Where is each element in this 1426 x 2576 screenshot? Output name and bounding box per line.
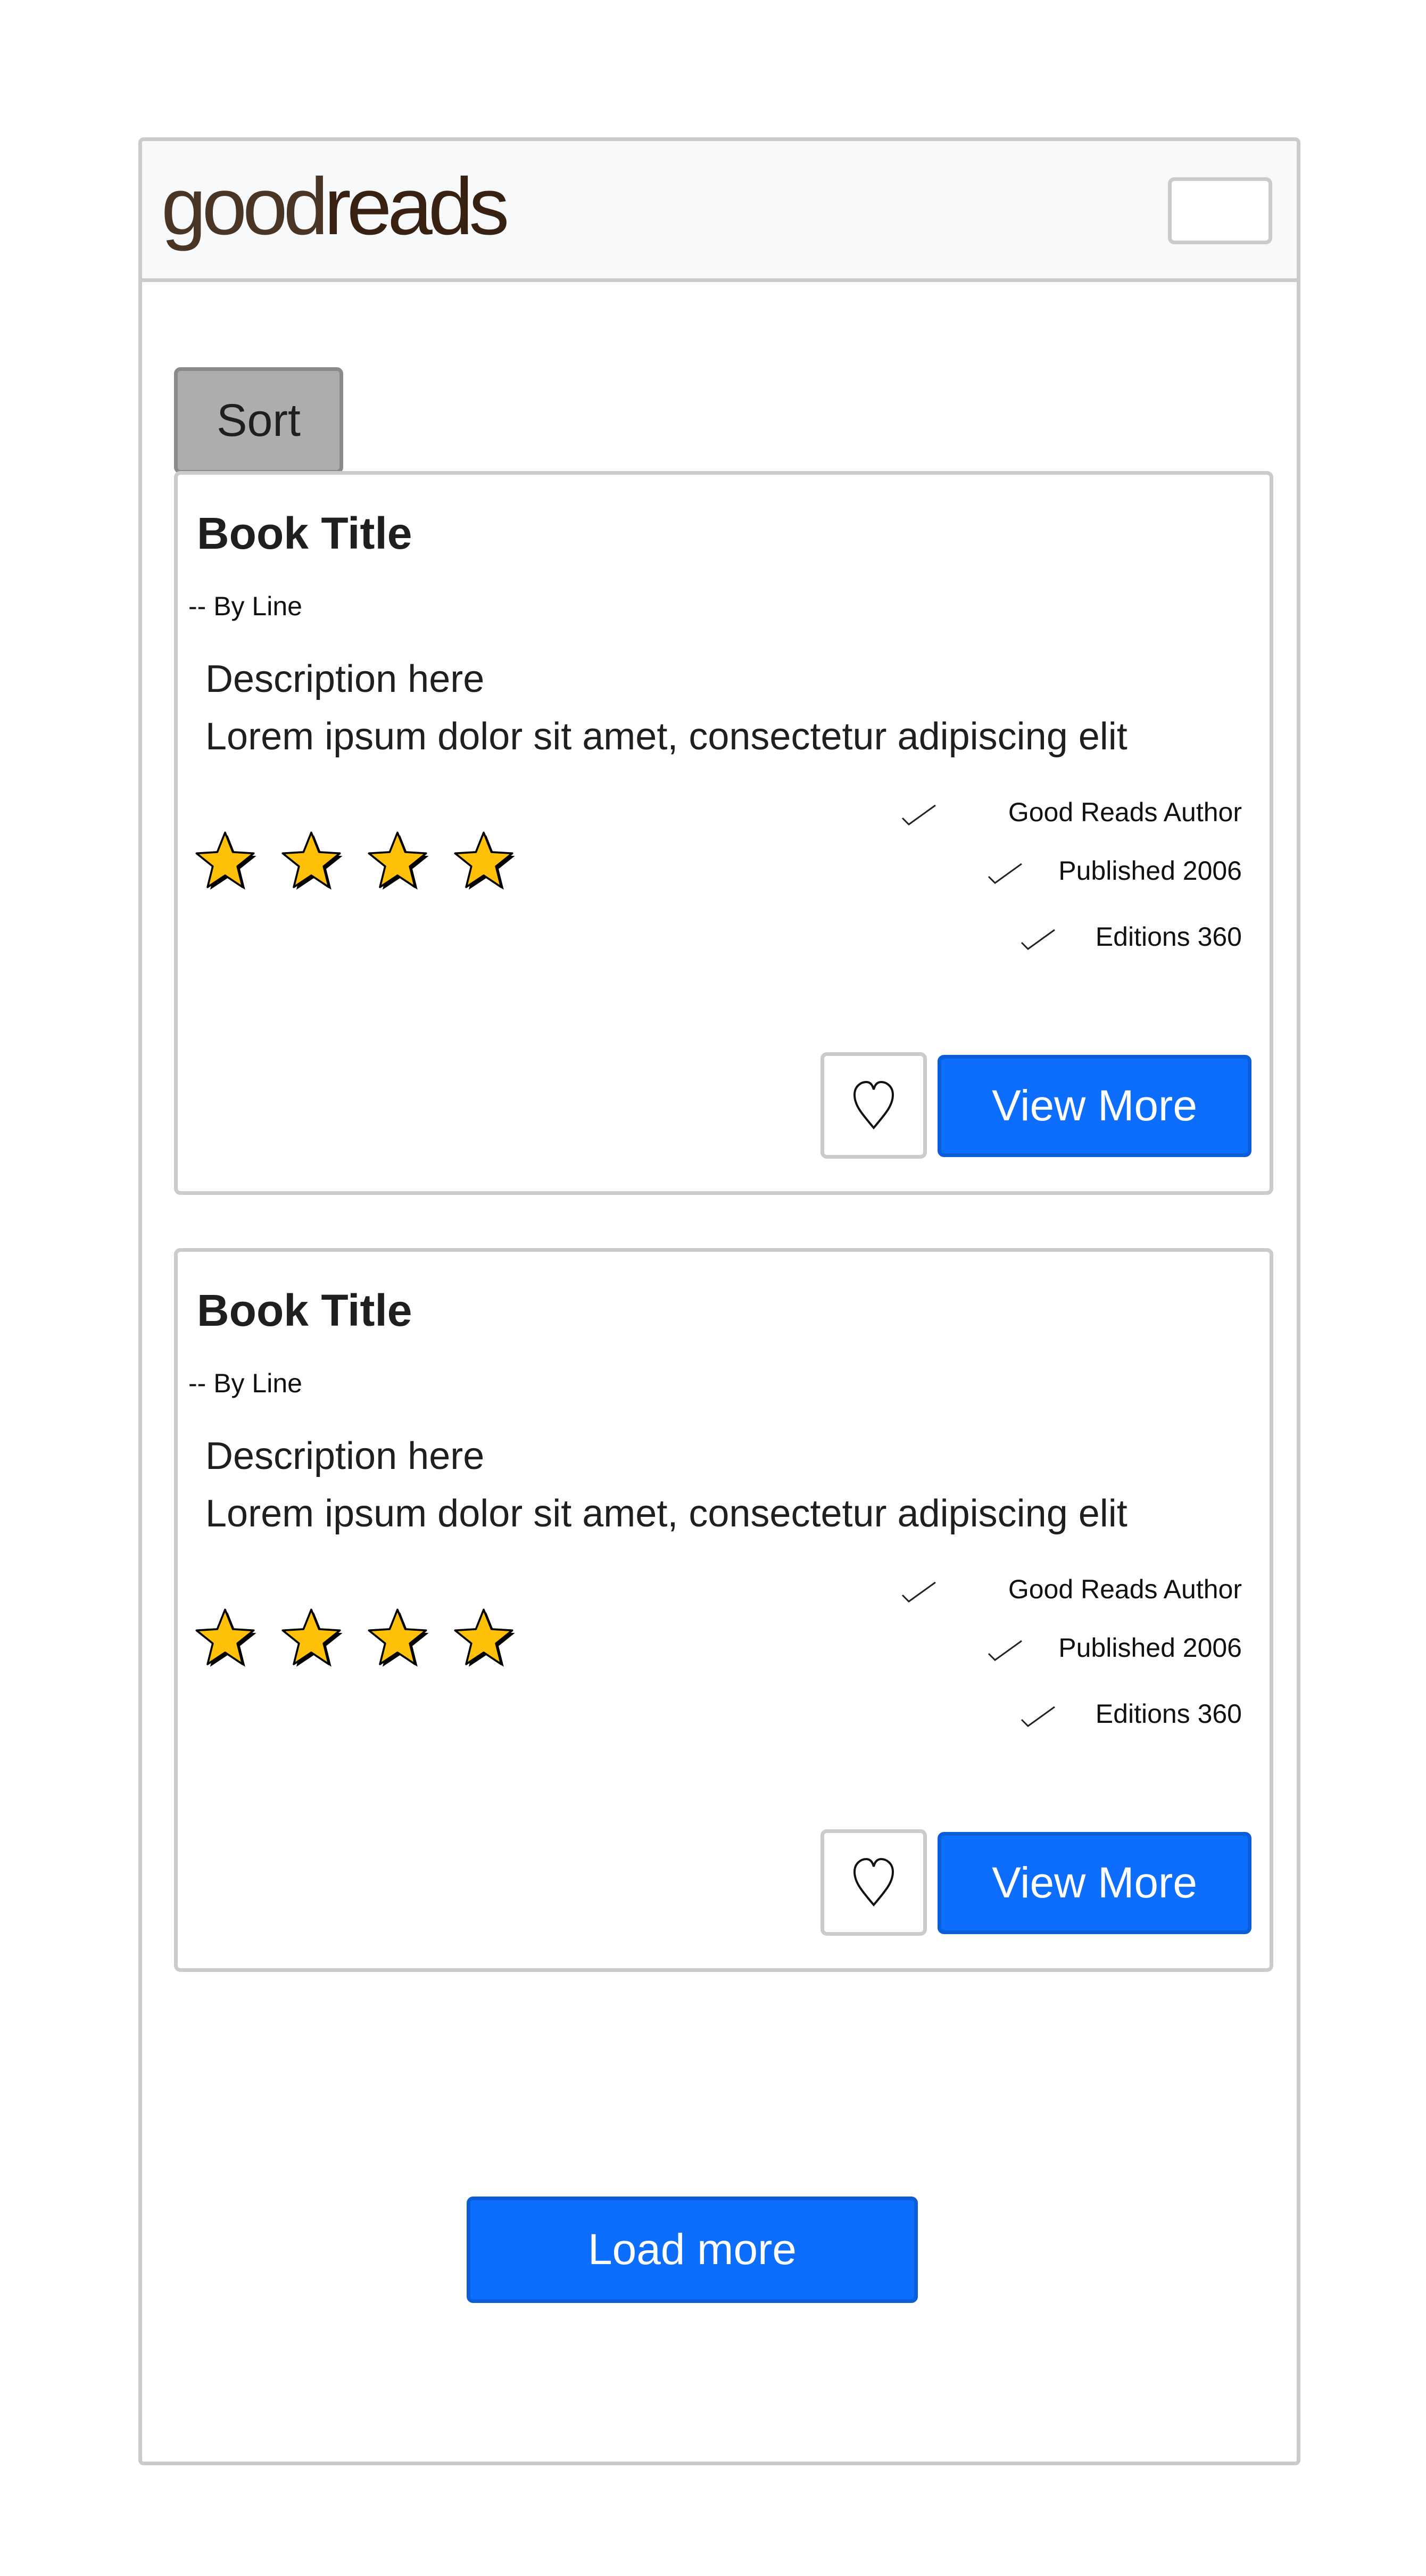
book-title: Book Title xyxy=(197,508,412,558)
book-title: Book Title xyxy=(197,1285,412,1335)
menu-toggle-button[interactable] xyxy=(1168,177,1272,244)
book-byline: -- By Line xyxy=(188,591,302,621)
meta-text: Published 2006 xyxy=(1058,856,1242,886)
star-icon xyxy=(281,1608,343,1667)
logo-good: good xyxy=(161,161,328,252)
check-icon xyxy=(988,863,1022,884)
description-text: Lorem ipsum dolor sit amet, consectetur … xyxy=(205,715,1127,758)
star-icon xyxy=(281,831,343,890)
book-card: Book Title -- By Line Description here L… xyxy=(174,1248,1273,1972)
meta-text: Published 2006 xyxy=(1058,1633,1242,1663)
check-icon xyxy=(901,804,936,825)
navbar: goodreads xyxy=(142,141,1297,282)
meta-item-published: Published 2006 xyxy=(869,1632,1242,1698)
load-more-button[interactable]: Load more xyxy=(467,2197,918,2303)
logo-reads: reads xyxy=(324,161,509,252)
book-card: Book Title -- By Line Description here L… xyxy=(174,471,1273,1195)
goodreads-logo[interactable]: goodreads xyxy=(161,161,509,252)
star-icon xyxy=(454,1608,515,1667)
rating-stars xyxy=(193,1606,516,1671)
description-heading: Description here xyxy=(205,658,485,700)
check-icon xyxy=(988,1640,1022,1661)
meta-item-editions: Editions 360 xyxy=(869,921,1242,985)
meta-item-editions: Editions 360 xyxy=(869,1698,1242,1762)
sort-button[interactable]: Sort xyxy=(174,367,343,474)
meta-text: Editions 360 xyxy=(1095,922,1242,952)
book-byline: -- By Line xyxy=(188,1368,302,1398)
book-meta-list: Good Reads Author Published 2006 Edition… xyxy=(869,1574,1242,1762)
meta-text: Good Reads Author xyxy=(1008,1574,1242,1604)
star-icon xyxy=(368,1608,429,1667)
rating-stars xyxy=(193,829,516,894)
app-frame: goodreads Sort Book Title -- By Line Des… xyxy=(138,137,1300,2465)
book-meta-list: Good Reads Author Published 2006 Edition… xyxy=(869,797,1242,985)
view-more-button[interactable]: View More xyxy=(938,1055,1251,1157)
star-icon xyxy=(454,831,515,890)
meta-item-published: Published 2006 xyxy=(869,855,1242,921)
meta-item-author: Good Reads Author xyxy=(869,797,1242,855)
star-icon xyxy=(368,831,429,890)
favorite-button[interactable] xyxy=(820,1052,927,1159)
star-icon xyxy=(195,831,256,890)
description-text: Lorem ipsum dolor sit amet, consectetur … xyxy=(205,1492,1127,1535)
heart-icon xyxy=(853,1857,894,1907)
book-description: Description here Lorem ipsum dolor sit a… xyxy=(205,1427,1243,1542)
book-description: Description here Lorem ipsum dolor sit a… xyxy=(205,650,1243,765)
heart-icon xyxy=(853,1080,894,1130)
meta-text: Good Reads Author xyxy=(1008,797,1242,827)
star-icon xyxy=(195,1608,256,1667)
meta-item-author: Good Reads Author xyxy=(869,1574,1242,1632)
meta-text: Editions 360 xyxy=(1095,1699,1242,1729)
check-icon xyxy=(1021,1706,1055,1727)
check-icon xyxy=(901,1581,936,1603)
description-heading: Description here xyxy=(205,1435,485,1477)
view-more-button[interactable]: View More xyxy=(938,1832,1251,1934)
check-icon xyxy=(1021,929,1055,950)
favorite-button[interactable] xyxy=(820,1829,927,1936)
